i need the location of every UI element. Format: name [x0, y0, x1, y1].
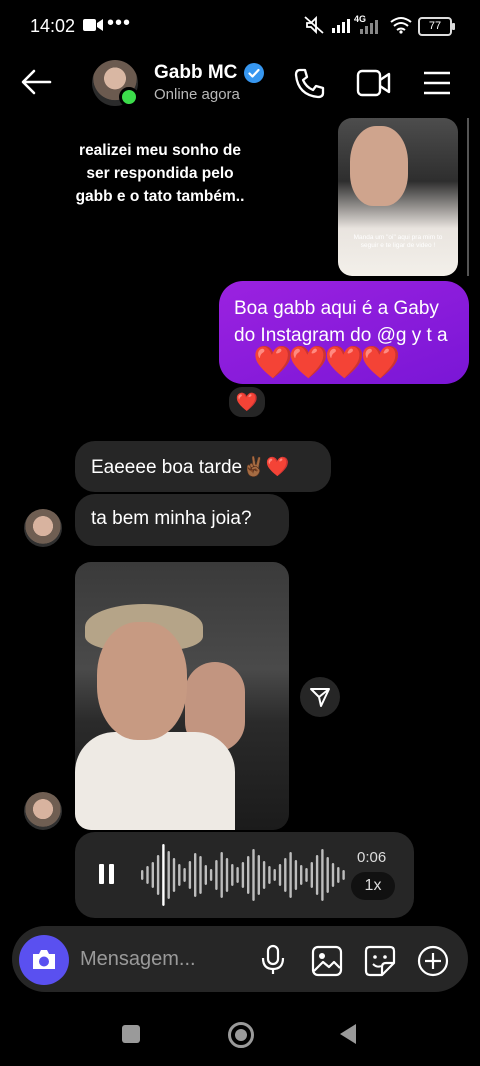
recent-apps-button[interactable] [122, 1025, 140, 1043]
triangle-back-icon [340, 1024, 356, 1044]
waveform-bar [294, 860, 298, 890]
plus-icon [417, 945, 449, 977]
waveform-bar [225, 858, 229, 892]
gallery-button[interactable] [311, 945, 343, 977]
send-icon [310, 688, 330, 707]
received-message-text: ta bem minha joia? [91, 508, 252, 529]
waveform-bar [162, 844, 165, 906]
waveform-bar [321, 849, 324, 901]
scrollbar[interactable] [467, 118, 469, 276]
waveform-bar [167, 851, 170, 899]
waveform-bar [236, 867, 239, 883]
online-indicator [119, 87, 139, 107]
waveform-bar [278, 864, 282, 886]
sender-avatar[interactable] [24, 792, 62, 830]
status-bar: 14:02 ••• 4G 77 [0, 0, 480, 52]
waveform-bar [215, 860, 218, 890]
signal-icon-2 [360, 20, 384, 34]
microphone-icon [261, 944, 285, 974]
playback-speed-button[interactable]: 1x [351, 872, 395, 900]
waveform-bar [326, 857, 329, 893]
battery-indicator: 77 [418, 17, 455, 36]
received-message-text: Eaeeee boa tarde✌🏾❤️ [91, 457, 290, 478]
waveform-bar [284, 858, 287, 892]
mute-icon [303, 15, 325, 35]
image-icon [311, 945, 343, 977]
camera-icon [33, 950, 55, 969]
received-photo[interactable] [75, 562, 289, 830]
share-button[interactable] [300, 677, 340, 717]
voice-duration: 0:06 [357, 849, 387, 866]
message-input[interactable]: Mensagem... [80, 948, 196, 971]
video-camera-icon [356, 69, 391, 97]
home-button[interactable] [228, 1022, 254, 1048]
sent-message-bubble[interactable]: Boa gabb aqui é a Gaby do Instagram do @… [219, 281, 469, 384]
audio-waveform[interactable] [137, 844, 347, 906]
microphone-button[interactable] [260, 944, 286, 976]
waveform-bar [247, 856, 250, 894]
voice-message[interactable]: 0:06 1x [75, 832, 414, 918]
waveform-bar [220, 852, 223, 898]
hamburger-menu-icon [424, 71, 450, 95]
waveform-bar [257, 855, 260, 895]
waveform-bar [241, 862, 245, 888]
waveform-bar [156, 855, 160, 895]
status-time: 14:02 [30, 16, 76, 36]
camera-button[interactable] [19, 935, 69, 985]
received-message-bubble[interactable]: Eaeeee boa tarde✌🏾❤️ [75, 441, 331, 492]
wifi-icon [390, 16, 412, 34]
back-button[interactable] [20, 68, 54, 96]
waveform-bar [289, 852, 292, 898]
contact-name[interactable]: Gabb MC [154, 62, 237, 84]
waveform-bar [268, 866, 271, 884]
story-thumbnail[interactable]: Manda um "oi" aqui pra mim to seguir e t… [338, 118, 458, 276]
phone-icon [294, 68, 325, 99]
waveform-bar [231, 864, 234, 886]
sent-message-text: Boa gabb aqui é a Gaby do Instagram do @… [234, 298, 448, 346]
sent-message-hearts: ❤️❤️❤️❤️ [253, 344, 400, 380]
more-options-button[interactable] [417, 945, 449, 977]
story-reply-caption: realizei meu sonho de ser respondida pel… [75, 142, 245, 205]
pause-icon[interactable] [99, 864, 115, 884]
story-overlay-text: Manda um "oi" aqui pra mim to seguir e t… [353, 234, 443, 249]
waveform-bar [183, 868, 186, 882]
waveform-bar [331, 863, 335, 887]
waveform-bar [178, 864, 181, 886]
waveform-bar [305, 868, 308, 882]
waveform-bar [262, 861, 266, 889]
video-call-button[interactable] [356, 68, 392, 98]
system-back-button[interactable] [338, 1023, 358, 1045]
sticker-icon [364, 945, 396, 977]
arrow-left-icon [21, 69, 52, 95]
contact-status: Online agora [154, 86, 240, 103]
verified-badge-icon [244, 63, 264, 83]
heart-reaction[interactable]: ❤️ [227, 385, 267, 419]
waveform-bar [315, 855, 319, 895]
waveform-bar [342, 870, 345, 880]
waveform-bar [252, 849, 255, 901]
voice-call-button[interactable] [292, 66, 326, 100]
waveform-bar [199, 856, 202, 894]
waveform-bar [194, 853, 197, 897]
waveform-bar [204, 865, 207, 885]
sender-avatar[interactable] [24, 509, 62, 547]
waveform-bar [141, 870, 144, 880]
waveform-bar [337, 867, 340, 883]
received-message-bubble[interactable]: ta bem minha joia? [75, 494, 289, 546]
more-notifications-icon: ••• [107, 12, 132, 34]
video-camera-status-icon [83, 18, 103, 32]
waveform-bar [310, 862, 313, 888]
menu-button[interactable] [423, 70, 451, 96]
waveform-bar [188, 861, 192, 889]
waveform-bar [146, 866, 149, 884]
waveform-bar [172, 858, 176, 892]
waveform-bar [300, 865, 303, 885]
waveform-bar [151, 862, 154, 888]
waveform-bar [273, 869, 276, 881]
sticker-button[interactable] [364, 945, 396, 977]
waveform-bar [209, 869, 213, 881]
